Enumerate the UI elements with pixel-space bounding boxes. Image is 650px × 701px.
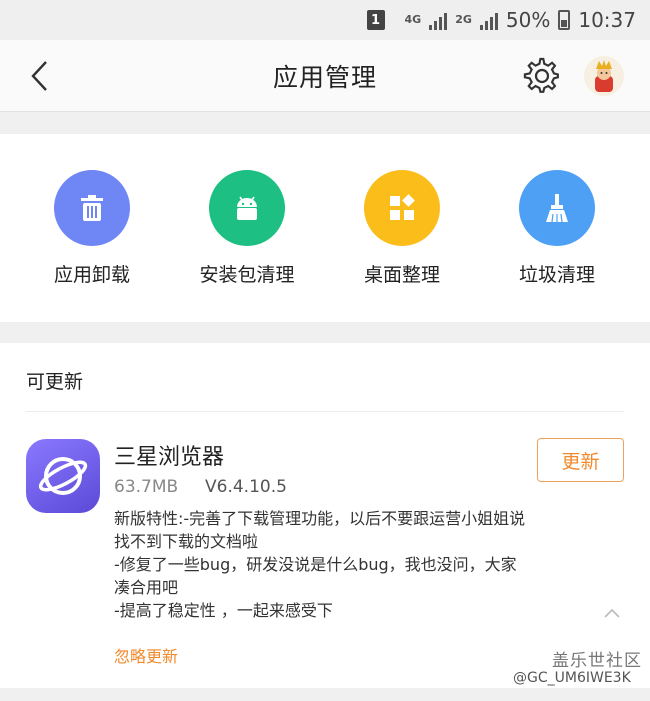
ignore-update-link[interactable]: 忽略更新: [114, 643, 178, 667]
clock: 10:37: [578, 8, 636, 32]
tool-junk-clean-label: 垃圾清理: [518, 264, 595, 286]
release-note-line: 找不到下载的文档啦: [114, 532, 259, 551]
avatar-image: [595, 60, 613, 92]
trash-icon: [81, 195, 103, 221]
app-management-screen: 1 4G 2G 50% 10:37 应用管理 应用卸载 安装包清理 桌面整理 垃…: [0, 0, 650, 701]
network-4g-label: 4G: [404, 13, 422, 26]
updates-panel: 可更新 三星浏览器 63.7MB V6.4.10.5 更新 新版特性:-完善了下…: [0, 343, 650, 688]
broom-icon: [546, 194, 568, 223]
android-icon: [237, 196, 257, 220]
tool-uninstall-label: 应用卸载: [53, 264, 130, 286]
tool-junk-clean-circle: [519, 170, 595, 246]
gear-icon: [523, 57, 559, 93]
notification-badge: 1: [366, 10, 385, 30]
tool-desktop-organize-label: 桌面整理: [363, 264, 440, 286]
tool-desktop-organize[interactable]: 桌面整理: [322, 170, 482, 287]
settings-button[interactable]: [522, 56, 562, 96]
status-bar: 1 4G 2G 50% 10:37: [0, 0, 650, 40]
watermark-title: 盖乐世社区: [552, 651, 642, 671]
release-note-line: 凑合用吧: [114, 578, 179, 597]
release-note-line: -提高了稳定性 ，一起来感受下: [114, 601, 333, 620]
grid-icon: [390, 194, 415, 220]
tool-uninstall-circle: [54, 170, 130, 246]
tool-uninstall[interactable]: 应用卸载: [12, 170, 172, 287]
planet-icon: [38, 457, 88, 495]
divider: [26, 411, 624, 412]
app-name: 三星浏览器: [114, 445, 225, 470]
update-button[interactable]: 更新: [537, 438, 624, 482]
samsung-browser-icon[interactable]: [26, 439, 100, 513]
collapse-button[interactable]: [600, 603, 624, 623]
watermark-handle: @GC_UM6IWE3K: [513, 670, 631, 686]
battery-percent: 50%: [505, 8, 551, 32]
tool-package-clean[interactable]: 安装包清理: [167, 170, 327, 287]
release-note-line: 新版特性:-完善了下载管理功能，以后不要跟运营小姐姐说: [114, 509, 526, 528]
app-header: 应用管理: [0, 40, 650, 112]
tool-junk-clean[interactable]: 垃圾清理: [477, 170, 637, 287]
release-notes: 新版特性:-完善了下载管理功能，以后不要跟运营小姐姐说 找不到下载的文档啦 -修…: [114, 507, 594, 622]
signal-2g-icon: [479, 10, 498, 30]
tool-package-clean-circle: [209, 170, 285, 246]
tool-package-clean-label: 安装包清理: [199, 264, 295, 286]
tool-desktop-organize-circle: [364, 170, 440, 246]
battery-icon: [558, 10, 571, 30]
release-note-line: -修复了一些bug，研发没说是什么bug，我也没问，大家: [114, 555, 517, 574]
chevron-up-icon: [604, 608, 620, 618]
tools-panel: 应用卸载 安装包清理 桌面整理 垃圾清理: [0, 134, 650, 322]
app-version: V6.4.10.5: [205, 477, 287, 497]
app-size: 63.7MB: [114, 477, 179, 497]
signal-icon: [429, 10, 448, 30]
network-2g-label: 2G: [455, 13, 472, 26]
section-title: 可更新: [26, 371, 84, 393]
avatar[interactable]: [584, 56, 624, 96]
